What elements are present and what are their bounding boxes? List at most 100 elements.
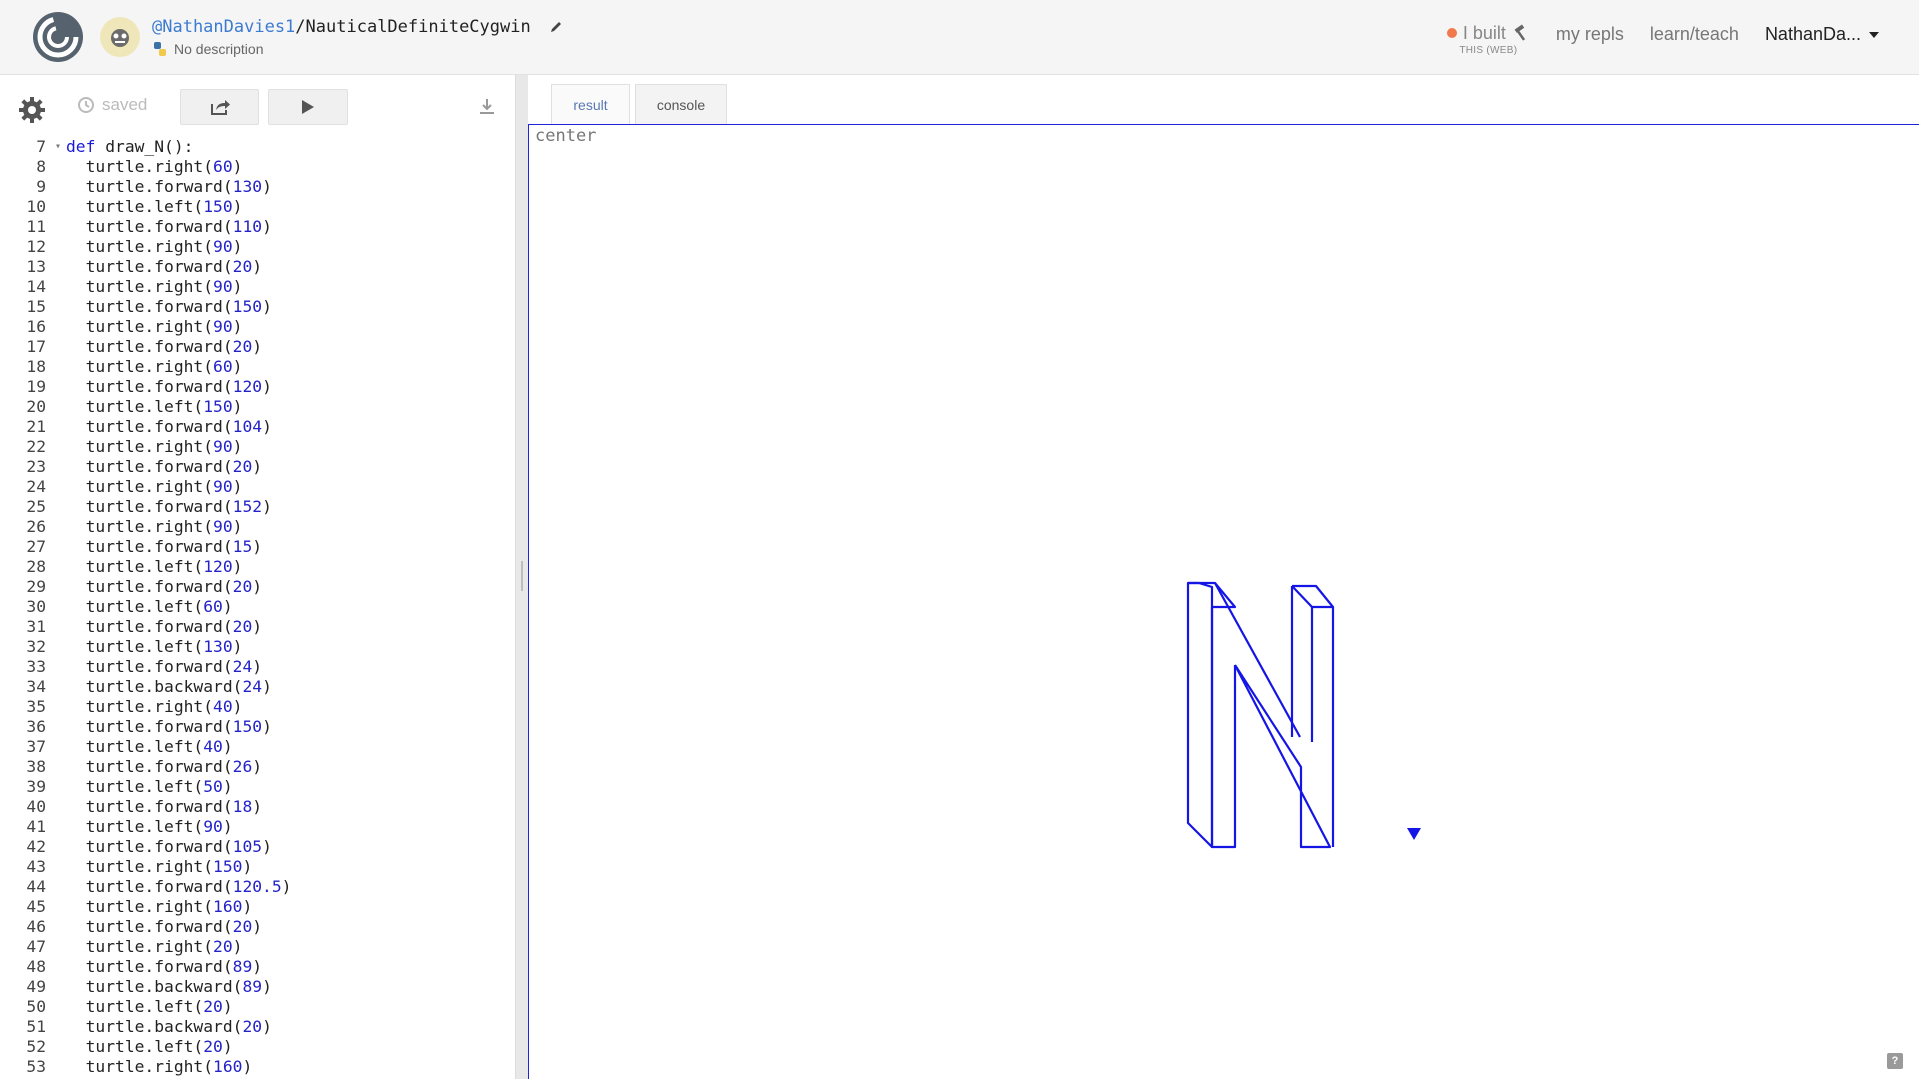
code-line[interactable]: 30 turtle.left(60): [0, 597, 515, 617]
replit-logo-icon[interactable]: [32, 11, 84, 63]
line-number: 49: [26, 977, 46, 996]
code-line[interactable]: 8 turtle.right(60): [0, 157, 515, 177]
avatar[interactable]: [100, 17, 140, 57]
code-line[interactable]: 10 turtle.left(150): [0, 197, 515, 217]
code-line[interactable]: 34 turtle.backward(24): [0, 677, 515, 697]
share-button[interactable]: [180, 89, 259, 125]
learn-teach-link[interactable]: learn/teach: [1650, 24, 1739, 45]
download-icon[interactable]: [478, 97, 496, 117]
code-line[interactable]: 38 turtle.forward(26): [0, 757, 515, 777]
code-text: turtle.left(50): [66, 777, 233, 797]
code-line[interactable]: 29 turtle.forward(20): [0, 577, 515, 597]
code-line[interactable]: 32 turtle.left(130): [0, 637, 515, 657]
code-text: turtle.forward(18): [66, 797, 262, 817]
help-button[interactable]: ?: [1887, 1053, 1903, 1069]
code-line[interactable]: 53 turtle.right(160): [0, 1057, 515, 1077]
code-line[interactable]: 44 turtle.forward(120.5): [0, 877, 515, 897]
code-text: turtle.forward(20): [66, 337, 262, 357]
code-line[interactable]: 24 turtle.right(90): [0, 477, 515, 497]
code-line[interactable]: 14 turtle.right(90): [0, 277, 515, 297]
code-text: turtle.left(150): [66, 197, 243, 217]
code-token: ): [222, 997, 233, 1016]
resize-grip[interactable]: [521, 561, 523, 591]
code-line[interactable]: 43 turtle.right(150): [0, 857, 515, 877]
i-built-this-button[interactable]: I built THIS (WEB): [1446, 24, 1530, 56]
fold-gutter: [50, 597, 66, 617]
code-line[interactable]: 36 turtle.forward(150): [0, 717, 515, 737]
my-repls-link[interactable]: my repls: [1556, 24, 1624, 45]
code-line[interactable]: 47 turtle.right(20): [0, 937, 515, 957]
code-line[interactable]: 13 turtle.forward(20): [0, 257, 515, 277]
code-line[interactable]: 27 turtle.forward(15): [0, 537, 515, 557]
code-line[interactable]: 49 turtle.backward(89): [0, 977, 515, 997]
code-number: 120.5: [232, 877, 282, 896]
code-line[interactable]: 35 turtle.right(40): [0, 697, 515, 717]
code-text: turtle.right(160): [66, 1057, 253, 1077]
code-line[interactable]: 45 turtle.right(160): [0, 897, 515, 917]
tab-result[interactable]: result: [551, 84, 630, 125]
code-text: turtle.forward(152): [66, 497, 272, 517]
line-number: 22: [26, 437, 46, 456]
code-line[interactable]: 15 turtle.forward(150): [0, 297, 515, 317]
code-line[interactable]: 51 turtle.backward(20): [0, 1017, 515, 1037]
fold-gutter: [50, 617, 66, 637]
line-number: 37: [26, 737, 46, 756]
code-line[interactable]: 39 turtle.left(50): [0, 777, 515, 797]
code-line[interactable]: 19 turtle.forward(120): [0, 377, 515, 397]
code-line[interactable]: 22 turtle.right(90): [0, 437, 515, 457]
code-token: turtle.forward(: [66, 457, 233, 476]
pencil-edit-icon[interactable]: [549, 20, 563, 34]
code-text: turtle.left(150): [66, 397, 243, 417]
user-menu[interactable]: NathanDa...: [1765, 24, 1879, 45]
code-text: turtle.backward(24): [66, 677, 272, 697]
code-line[interactable]: 42 turtle.forward(105): [0, 837, 515, 857]
owner-link[interactable]: @NathanDavies1: [152, 17, 295, 37]
code-line[interactable]: 21 turtle.forward(104): [0, 417, 515, 437]
code-line[interactable]: 23 turtle.forward(20): [0, 457, 515, 477]
code-line[interactable]: 26 turtle.right(90): [0, 517, 515, 537]
fold-gutter: [50, 1037, 66, 1057]
code-number: 150: [232, 297, 263, 316]
code-text: turtle.right(150): [66, 857, 253, 877]
code-line[interactable]: 48 turtle.forward(89): [0, 957, 515, 977]
code-line[interactable]: 46 turtle.forward(20): [0, 917, 515, 937]
code-line[interactable]: 18 turtle.right(60): [0, 357, 515, 377]
code-line[interactable]: 25 turtle.forward(152): [0, 497, 515, 517]
tab-console[interactable]: console: [635, 84, 727, 125]
code-line[interactable]: 31 turtle.forward(20): [0, 617, 515, 637]
code-token: ): [232, 557, 243, 576]
code-line[interactable]: 9 turtle.forward(130): [0, 177, 515, 197]
fold-gutter: [50, 157, 66, 177]
code-line[interactable]: 12 turtle.right(90): [0, 237, 515, 257]
code-line[interactable]: 40 turtle.forward(18): [0, 797, 515, 817]
description-text[interactable]: No description: [174, 41, 264, 57]
code-token: turtle.left(: [66, 637, 204, 656]
code-line[interactable]: 41 turtle.left(90): [0, 817, 515, 837]
code-line[interactable]: 50 turtle.left(20): [0, 997, 515, 1017]
code-line[interactable]: 11 turtle.forward(110): [0, 217, 515, 237]
code-token: ): [262, 497, 272, 516]
code-line[interactable]: 20 turtle.left(150): [0, 397, 515, 417]
output-tabs: result console: [528, 75, 1919, 125]
code-line[interactable]: 52 turtle.left(20): [0, 1037, 515, 1057]
fold-gutter: [50, 577, 66, 597]
code-token: turtle.forward(: [66, 757, 233, 776]
line-number: 48: [26, 957, 46, 976]
repl-name[interactable]: NauticalDefiniteCygwin: [306, 17, 531, 37]
code-line[interactable]: 28 turtle.left(120): [0, 557, 515, 577]
code-line[interactable]: 7 ▾ def draw_N():: [0, 137, 515, 157]
fold-arrow-icon[interactable]: ▾: [50, 137, 66, 157]
code-editor[interactable]: 7 ▾ def draw_N(): 8 turtle.right(60) 9 turtl…: [0, 137, 515, 1079]
gear-icon[interactable]: [18, 96, 46, 124]
run-button[interactable]: [268, 89, 348, 125]
code-number: 90: [213, 317, 233, 336]
fold-gutter: [50, 997, 66, 1017]
result-canvas[interactable]: center ?: [528, 124, 1919, 1079]
panel-resize-handle[interactable]: [515, 75, 529, 1079]
code-line[interactable]: 37 turtle.left(40): [0, 737, 515, 757]
code-line[interactable]: 33 turtle.forward(24): [0, 657, 515, 677]
code-line[interactable]: 17 turtle.forward(20): [0, 337, 515, 357]
code-token: ): [262, 977, 272, 996]
code-token: turtle.left(: [66, 397, 204, 416]
code-line[interactable]: 16 turtle.right(90): [0, 317, 515, 337]
